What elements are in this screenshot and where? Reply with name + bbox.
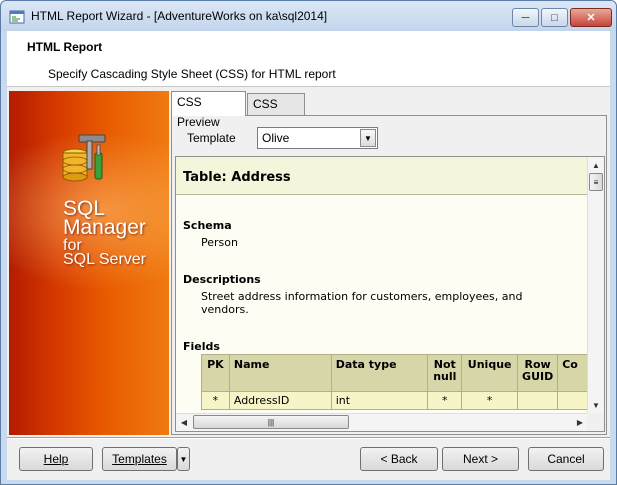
banner-line-2: Manager <box>63 216 146 239</box>
table-cell <box>517 391 559 410</box>
table-cell: AddressID <box>228 391 332 410</box>
template-select-value: Olive <box>262 131 290 145</box>
wizard-header: HTML Report Specify Cascading Style Shee… <box>7 31 610 87</box>
scroll-left-icon[interactable]: ◀ <box>176 414 192 431</box>
chevron-down-icon[interactable]: ▼ <box>360 129 376 147</box>
next-button[interactable]: Next > <box>442 447 519 471</box>
chevron-down-icon: ▼ <box>179 454 188 464</box>
cancel-button[interactable]: Cancel <box>528 447 604 471</box>
close-button[interactable]: ✕ <box>570 8 612 27</box>
page-title: HTML Report <box>27 40 103 54</box>
database-tools-icon <box>62 134 106 182</box>
title-bar: HTML Report Wizard - [AdventureWorks on … <box>1 1 616 31</box>
scroll-up-icon[interactable]: ▲ <box>588 157 604 173</box>
column-header-pk: PK <box>201 354 230 392</box>
tab-css-preview[interactable]: CSS Preview <box>171 91 246 129</box>
css-preview-panel: Template Olive ▼ Table: Address Schema P… <box>171 115 607 435</box>
close-icon: ✕ <box>586 12 596 24</box>
wizard-client: HTML Report Specify Cascading Style Shee… <box>7 31 610 480</box>
column-header-name: Name <box>228 354 332 392</box>
descriptions-heading: Descriptions <box>183 273 261 286</box>
product-banner: SQL Manager for SQL Server <box>9 91 169 435</box>
maximize-button[interactable]: □ <box>541 8 568 27</box>
table-cell: * <box>461 391 519 410</box>
table-row: * AddressID int * * <box>201 391 588 410</box>
maximize-icon: □ <box>551 11 558 24</box>
window-title: HTML Report Wizard - [AdventureWorks on … <box>31 9 328 23</box>
minimize-button[interactable]: ─ <box>512 8 539 27</box>
app-icon <box>9 10 25 24</box>
schema-heading: Schema <box>183 219 232 232</box>
table-cell: int <box>330 391 429 410</box>
table-cell: * <box>201 391 230 410</box>
wizard-window: HTML Report Wizard - [AdventureWorks on … <box>0 0 617 485</box>
preview-table-title: Table: Address <box>183 170 291 185</box>
fields-table: PK Name Data type Not null Unique Row GU… <box>201 354 588 410</box>
table-header-row: PK Name Data type Not null Unique Row GU… <box>201 354 588 392</box>
column-header-co: Co <box>557 354 588 392</box>
horizontal-scrollbar[interactable]: ◀ ||| ▶ <box>176 413 588 431</box>
preview-title-bar: Table: Address <box>176 157 588 195</box>
scrollbar-corner <box>587 413 604 431</box>
scroll-right-icon[interactable]: ▶ <box>572 414 588 431</box>
table-cell: * <box>427 391 463 410</box>
table-cell <box>557 391 588 410</box>
footer-divider <box>7 437 610 439</box>
column-header-data-type: Data type <box>330 354 429 392</box>
page-subtitle: Specify Cascading Style Sheet (CSS) for … <box>48 67 336 81</box>
tab-css-text[interactable]: CSS Text <box>247 93 305 131</box>
vertical-scroll-thumb[interactable]: ≡ <box>589 173 603 191</box>
vertical-scrollbar[interactable]: ▲ ≡ ▼ <box>587 157 604 413</box>
template-select[interactable]: Olive ▼ <box>257 127 378 149</box>
templates-dropdown-button[interactable]: ▼ <box>177 447 190 471</box>
minimize-icon: ─ <box>521 11 530 24</box>
column-header-row-guid: Row GUID <box>517 354 559 392</box>
back-button[interactable]: < Back <box>360 447 438 471</box>
template-label: Template <box>187 131 236 145</box>
column-header-not-null: Not null <box>427 354 463 392</box>
schema-value: Person <box>201 236 238 249</box>
templates-button[interactable]: Templates <box>102 447 177 471</box>
column-header-unique: Unique <box>461 354 519 392</box>
scroll-down-icon[interactable]: ▼ <box>588 397 604 413</box>
css-preview-area[interactable]: Table: Address Schema Person Description… <box>175 156 605 432</box>
fields-heading: Fields <box>183 340 220 353</box>
banner-line-4: SQL Server <box>63 251 146 268</box>
help-button[interactable]: Help <box>19 447 93 471</box>
horizontal-scroll-thumb[interactable]: ||| <box>193 415 349 429</box>
preview-document: Table: Address Schema Person Description… <box>176 157 588 413</box>
descriptions-value: Street address information for customers… <box>201 290 523 316</box>
